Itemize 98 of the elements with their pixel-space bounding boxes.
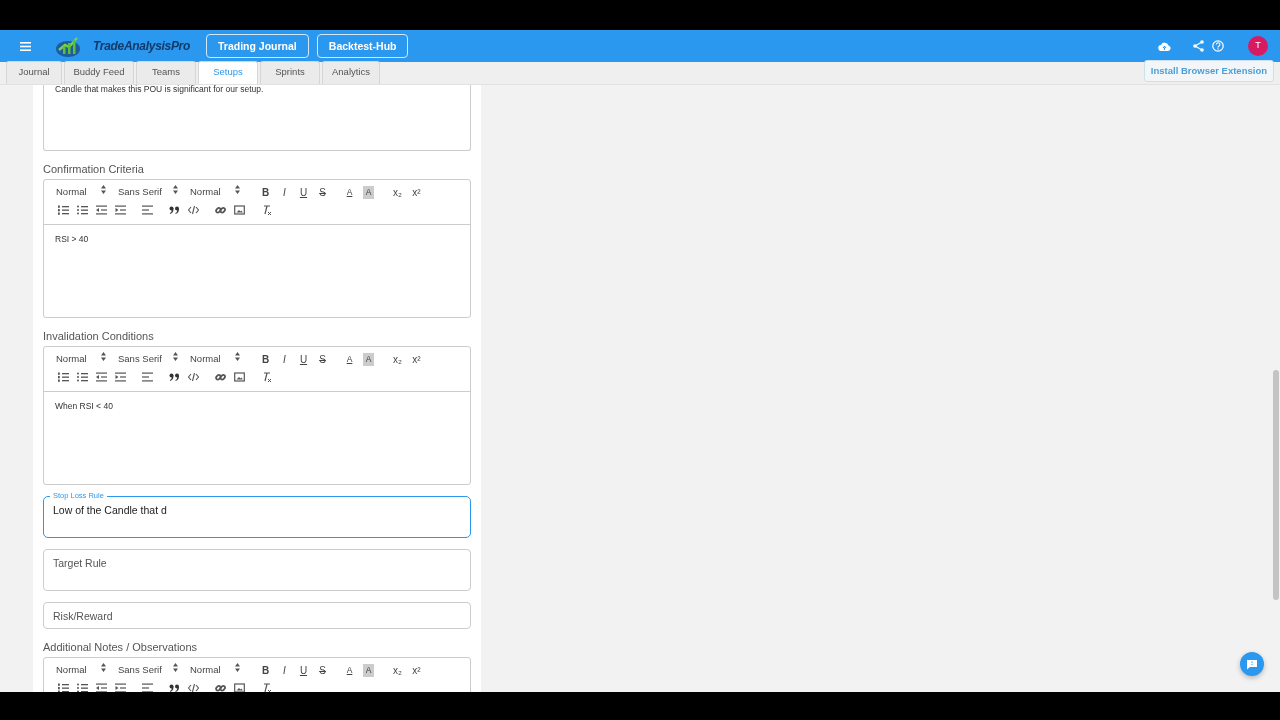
- cloud-upload-icon[interactable]: [1158, 41, 1171, 51]
- sort-arrows-icon[interactable]: [235, 185, 240, 195]
- code-icon[interactable]: [188, 204, 199, 215]
- clear-format-icon[interactable]: [261, 371, 272, 382]
- editor-text: RSI > 40: [54, 233, 90, 246]
- format-button[interactable]: A: [340, 353, 359, 366]
- sort-arrows-icon[interactable]: [101, 185, 106, 195]
- format-button[interactable]: x²: [407, 352, 426, 367]
- format-button[interactable]: A: [340, 186, 359, 199]
- tab[interactable]: Buddy Feed: [64, 60, 134, 84]
- image-icon[interactable]: [234, 371, 245, 382]
- font-select[interactable]: Normal: [52, 663, 114, 678]
- tab[interactable]: Analytics: [322, 60, 380, 84]
- font-select[interactable]: Sans Serif: [114, 663, 186, 678]
- format-button[interactable]: U: [294, 663, 313, 678]
- sort-arrows-icon[interactable]: [173, 663, 178, 673]
- bullet-list-icon[interactable]: [77, 204, 88, 215]
- image-icon[interactable]: [234, 204, 245, 215]
- sort-arrows-icon[interactable]: [173, 352, 178, 362]
- align-icon[interactable]: [142, 371, 153, 382]
- format-button[interactable]: x²: [407, 663, 426, 678]
- format-button[interactable]: I: [275, 663, 294, 678]
- tab[interactable]: Teams: [136, 60, 196, 84]
- input-field[interactable]: Risk/Reward: [43, 602, 471, 629]
- field-label: Confirmation Criteria: [43, 162, 145, 176]
- quote-icon[interactable]: [169, 204, 180, 215]
- link-icon[interactable]: [215, 682, 226, 692]
- ordered-list-icon[interactable]: [58, 371, 69, 382]
- align-icon[interactable]: [142, 682, 153, 692]
- format-button[interactable]: x₂: [388, 663, 407, 678]
- format-button[interactable]: U: [294, 185, 313, 200]
- chat-icon[interactable]: [1246, 658, 1258, 670]
- chat-button[interactable]: [1240, 652, 1264, 676]
- align-icon[interactable]: [142, 204, 153, 215]
- format-button[interactable]: S: [313, 663, 332, 678]
- sort-arrows-icon[interactable]: [235, 663, 240, 673]
- font-select[interactable]: Sans Serif: [114, 185, 186, 200]
- editor-area[interactable]: When RSI < 40: [44, 392, 470, 484]
- editor-text: When RSI < 40: [54, 400, 114, 413]
- editor-text: Candle that makes this POU is significant for our setup.: [54, 85, 265, 94]
- ordered-list-icon[interactable]: [58, 204, 69, 215]
- format-button[interactable]: B: [256, 352, 275, 367]
- outdent-icon[interactable]: [96, 204, 107, 215]
- format-button[interactable]: U: [294, 352, 313, 367]
- menu-icon[interactable]: [20, 41, 31, 51]
- clear-format-icon[interactable]: [261, 204, 272, 215]
- format-button[interactable]: B: [256, 185, 275, 200]
- link-icon[interactable]: [215, 371, 226, 382]
- format-button[interactable]: A: [340, 664, 359, 677]
- help-icon[interactable]: [1212, 40, 1224, 52]
- format-button[interactable]: x₂: [388, 185, 407, 200]
- font-select[interactable]: Normal: [52, 185, 114, 200]
- text-editor[interactable]: Candle that makes this POU is significant for our setup.: [43, 85, 471, 151]
- font-select[interactable]: Sans Serif: [114, 352, 186, 367]
- quote-icon[interactable]: [169, 682, 180, 692]
- format-button[interactable]: S: [313, 352, 332, 367]
- text-input[interactable]: Low of the Candle that d: [53, 503, 461, 519]
- editor-area[interactable]: RSI > 40: [44, 225, 470, 317]
- field-label: Invalidation Conditions: [43, 329, 155, 343]
- indent-icon[interactable]: [115, 371, 126, 382]
- brand-name[interactable]: TradeAnalysisPro: [93, 37, 191, 55]
- field-label: Additional Notes / Observations: [43, 640, 199, 654]
- format-button[interactable]: I: [275, 352, 294, 367]
- font-select[interactable]: Normal: [186, 663, 248, 678]
- code-icon[interactable]: [188, 682, 199, 692]
- format-button[interactable]: A: [363, 186, 374, 199]
- clear-format-icon[interactable]: [261, 682, 272, 692]
- format-button[interactable]: A: [363, 664, 374, 677]
- outdent-icon[interactable]: [96, 682, 107, 692]
- link-icon[interactable]: [215, 204, 226, 215]
- format-button[interactable]: A: [363, 353, 374, 366]
- format-button[interactable]: I: [275, 185, 294, 200]
- image-icon[interactable]: [234, 682, 245, 692]
- sort-arrows-icon[interactable]: [101, 663, 106, 673]
- format-button[interactable]: x²: [407, 185, 426, 200]
- scrollbar-thumb[interactable]: [1273, 370, 1279, 600]
- sort-arrows-icon[interactable]: [101, 352, 106, 362]
- font-select[interactable]: Normal: [186, 352, 248, 367]
- format-button[interactable]: x₂: [388, 352, 407, 367]
- format-button[interactable]: B: [256, 663, 275, 678]
- quote-icon[interactable]: [169, 371, 180, 382]
- code-icon[interactable]: [188, 371, 199, 382]
- font-select[interactable]: Normal: [52, 352, 114, 367]
- tab[interactable]: Sprints: [260, 60, 320, 84]
- share-icon[interactable]: [1193, 40, 1204, 52]
- bullet-list-icon[interactable]: [77, 371, 88, 382]
- bullet-list-icon[interactable]: [77, 682, 88, 692]
- indent-icon[interactable]: [115, 682, 126, 692]
- input-field[interactable]: Target Rule: [43, 549, 471, 591]
- sort-arrows-icon[interactable]: [235, 352, 240, 362]
- indent-icon[interactable]: [115, 204, 126, 215]
- sort-arrows-icon[interactable]: [173, 185, 178, 195]
- format-button[interactable]: S: [313, 185, 332, 200]
- ordered-list-icon[interactable]: [58, 682, 69, 692]
- font-select[interactable]: Normal: [186, 185, 248, 200]
- tab[interactable]: Journal: [6, 60, 62, 84]
- user-avatar[interactable]: T: [1248, 36, 1268, 56]
- outdent-icon[interactable]: [96, 371, 107, 382]
